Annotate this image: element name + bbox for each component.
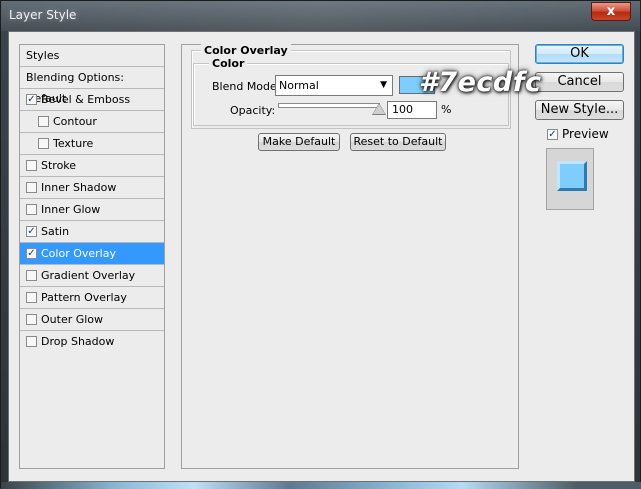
sidebar-item-drop-shadow[interactable]: Drop Shadow: [20, 331, 164, 353]
drop-shadow-label: Drop Shadow: [41, 335, 115, 348]
sidebar-item-inner-shadow[interactable]: Inner Shadow: [20, 177, 164, 199]
sidebar-item-inner-glow[interactable]: Inner Glow: [20, 199, 164, 221]
make-default-button[interactable]: Make Default: [258, 133, 340, 151]
new-style-button[interactable]: New Style...: [535, 100, 624, 120]
sidebar-item-gradient-overlay[interactable]: Gradient Overlay: [20, 265, 164, 287]
satin-checkbox[interactable]: [26, 226, 37, 237]
color-subgroup-title: Color: [209, 57, 248, 70]
color-overlay-label: Color Overlay: [41, 247, 116, 260]
texture-label: Texture: [53, 137, 94, 150]
styles-list: Styles Blending Options: Default Bevel &…: [19, 44, 165, 469]
styles-header[interactable]: Styles: [20, 45, 164, 67]
inner-glow-checkbox[interactable]: [26, 204, 37, 215]
blending-options-item[interactable]: Blending Options: Default: [20, 67, 164, 105]
style-preview: [546, 148, 594, 210]
preview-checkbox[interactable]: [547, 129, 558, 140]
opacity-input[interactable]: 100: [387, 101, 437, 119]
close-button[interactable]: x: [591, 2, 631, 21]
pattern-overlay-label: Pattern Overlay: [41, 291, 127, 304]
color-overlay-section-title: Color Overlay: [201, 44, 291, 57]
styles-header-label: Styles: [26, 49, 60, 62]
sidebar-item-texture[interactable]: Texture: [20, 133, 164, 155]
sidebar-item-outer-glow[interactable]: Outer Glow: [20, 309, 164, 331]
drop-shadow-checkbox[interactable]: [26, 336, 37, 347]
sidebar-item-pattern-overlay[interactable]: Pattern Overlay: [20, 287, 164, 309]
bevel-emboss-checkbox[interactable]: [26, 94, 37, 105]
sidebar-item-contour[interactable]: Contour: [20, 111, 164, 133]
satin-label: Satin: [41, 225, 70, 238]
opacity-slider[interactable]: [278, 103, 380, 108]
outer-glow-checkbox[interactable]: [26, 314, 37, 325]
layer-style-window: Layer Style x Styles Blending Options: D…: [0, 0, 641, 489]
inner-shadow-label: Inner Shadow: [41, 181, 117, 194]
blend-mode-value: Normal: [279, 79, 319, 92]
cancel-button[interactable]: Cancel: [535, 72, 624, 92]
sidebar-item-color-overlay[interactable]: Color Overlay: [20, 243, 164, 265]
ok-button[interactable]: OK: [535, 44, 624, 64]
opacity-slider-handle[interactable]: [373, 104, 385, 114]
contour-checkbox[interactable]: [38, 116, 49, 127]
sidebar-item-bevel-emboss[interactable]: Bevel & Emboss: [20, 89, 164, 111]
gradient-overlay-label: Gradient Overlay: [41, 269, 136, 282]
gradient-overlay-checkbox[interactable]: [26, 270, 37, 281]
blend-mode-select[interactable]: Normal ▼: [275, 75, 393, 96]
preview-toggle[interactable]: Preview: [547, 127, 609, 141]
pattern-overlay-checkbox[interactable]: [26, 292, 37, 303]
bevel-emboss-label: Bevel & Emboss: [41, 93, 131, 106]
inner-glow-label: Inner Glow: [41, 203, 101, 216]
stroke-checkbox[interactable]: [26, 160, 37, 171]
sidebar-item-satin[interactable]: Satin: [20, 221, 164, 243]
blend-mode-label: Blend Mode:: [212, 80, 281, 93]
stroke-label: Stroke: [41, 159, 77, 172]
contour-label: Contour: [53, 115, 97, 128]
preview-shape: [557, 161, 587, 191]
color-overlay-checkbox[interactable]: [26, 248, 37, 259]
window-title: Layer Style: [9, 8, 77, 22]
inner-shadow-checkbox[interactable]: [26, 182, 37, 193]
texture-checkbox[interactable]: [38, 138, 49, 149]
sidebar-item-stroke[interactable]: Stroke: [20, 155, 164, 177]
chevron-down-icon: ▼: [380, 80, 387, 90]
title-bar[interactable]: [1, 1, 641, 31]
opacity-label: Opacity:: [230, 104, 276, 117]
outer-glow-label: Outer Glow: [41, 313, 104, 326]
color-hex-watermark: #7ecdfc: [419, 67, 542, 98]
preview-label: Preview: [562, 127, 609, 141]
reset-to-default-button[interactable]: Reset to Default: [350, 133, 446, 151]
opacity-unit: %: [441, 103, 452, 116]
color-overlay-panel: Color Overlay Color Blend Mode: Normal ▼…: [181, 44, 519, 469]
dialog-client: Styles Blending Options: Default Bevel &…: [8, 31, 635, 482]
